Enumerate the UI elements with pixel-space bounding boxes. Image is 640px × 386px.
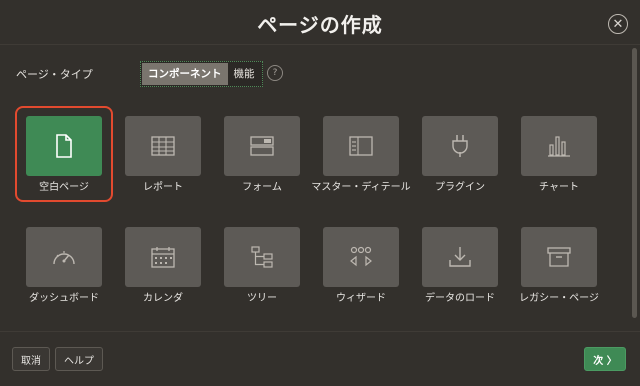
dashboard-icon	[53, 251, 75, 265]
legacy-page-icon	[547, 247, 571, 267]
help-icon[interactable]: ?	[267, 65, 283, 81]
tile-box[interactable]	[521, 227, 597, 287]
calendar-icon	[151, 247, 175, 268]
tile-label: ダッシュボード	[29, 293, 99, 304]
tile-label: プラグイン	[435, 182, 485, 193]
tile-box[interactable]	[26, 116, 102, 176]
wizard-icon	[350, 246, 372, 267]
scrollbar[interactable]	[632, 48, 637, 318]
tile-label: フォーム	[242, 182, 282, 193]
tile-box[interactable]	[26, 227, 102, 287]
tile-label: ツリー	[247, 293, 277, 304]
tile-box[interactable]	[521, 116, 597, 176]
tile-box[interactable]	[323, 227, 399, 287]
data-load-icon	[449, 247, 471, 267]
header-divider	[0, 44, 640, 45]
tile-box[interactable]	[422, 227, 498, 287]
create-page-dialog: ページの作成 ✕ ページ・タイプ コンポーネント 機能 ? 空白ページ レポート…	[0, 0, 640, 386]
tile-label: データのロード	[425, 293, 495, 304]
chart-icon	[548, 136, 570, 157]
page-type-segmented-control: コンポーネント 機能	[140, 61, 263, 87]
tile-box[interactable]	[323, 116, 399, 176]
tile-label: カレンダ	[143, 293, 183, 304]
master-detail-icon	[349, 136, 373, 156]
page-type-label: ページ・タイプ	[16, 68, 93, 81]
help-button[interactable]: ヘルプ	[55, 347, 103, 371]
close-icon[interactable]: ✕	[608, 14, 628, 34]
tile-label: レポート	[143, 182, 183, 193]
tree-icon	[251, 246, 273, 268]
tile-label: ウィザード	[336, 293, 386, 304]
tile-box[interactable]	[125, 116, 201, 176]
tile-box[interactable]	[422, 116, 498, 176]
tile-label: マスター・ディテール	[311, 182, 411, 193]
dialog-footer: 取消 ヘルプ 次 〉	[0, 331, 640, 386]
plugin-icon	[452, 135, 468, 157]
page-type-option-feature[interactable]: 機能	[228, 63, 261, 85]
table-report-icon	[151, 136, 175, 156]
tile-box[interactable]	[224, 227, 300, 287]
tile-label: チャート	[539, 182, 579, 193]
tile-label: レガシー・ページ	[519, 293, 599, 304]
blank-page-icon	[56, 134, 72, 158]
tile-label: 空白ページ	[39, 182, 89, 193]
next-button[interactable]: 次 〉	[584, 347, 626, 371]
page-type-option-component[interactable]: コンポーネント	[142, 63, 228, 85]
dialog-title: ページの作成	[257, 13, 383, 37]
form-icon	[250, 136, 274, 156]
tile-box[interactable]	[125, 227, 201, 287]
tile-box[interactable]	[224, 116, 300, 176]
cancel-button[interactable]: 取消	[12, 347, 50, 371]
